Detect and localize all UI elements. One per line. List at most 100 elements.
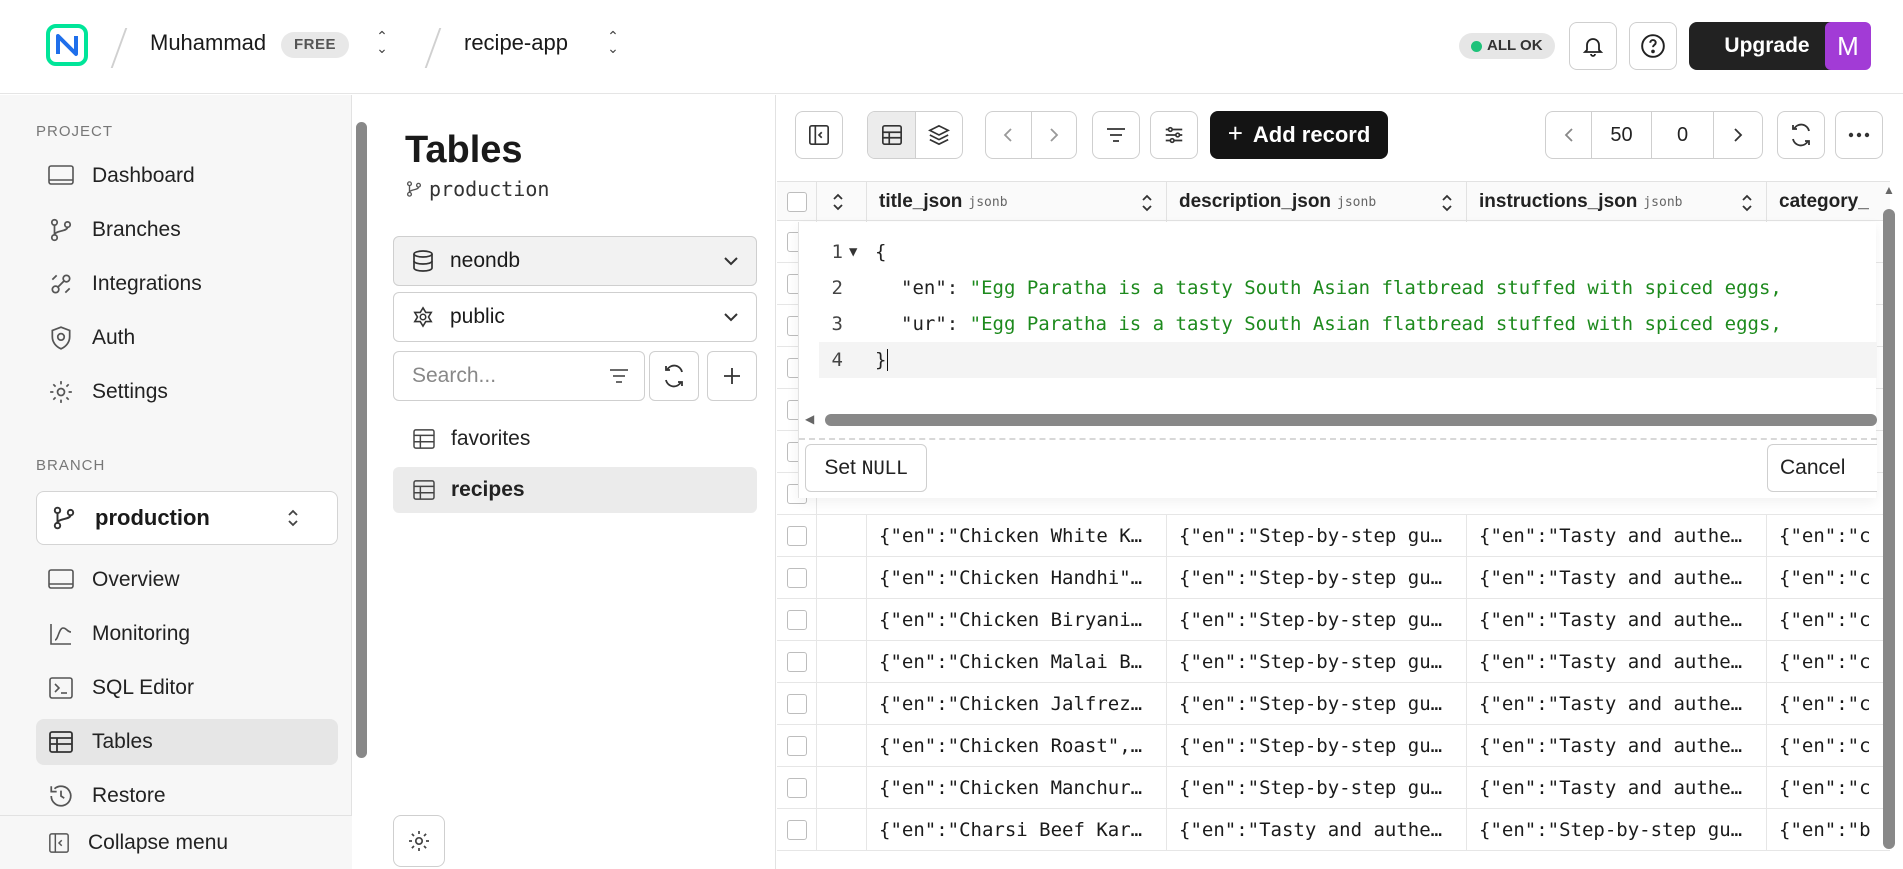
table-row[interactable]: {"en":"Chicken Malai B… {"en":"Step-by-st… <box>777 641 1890 683</box>
table-cell[interactable]: {"en":"Tasty and authe… <box>1467 515 1767 557</box>
table-cell[interactable]: {"en":"Tasty and authe… <box>1467 599 1767 641</box>
neon-logo-icon[interactable] <box>46 24 88 66</box>
project-name[interactable]: recipe-app <box>464 30 568 56</box>
table-cell[interactable]: {"en":"Chicken Roast",… <box>867 725 1167 767</box>
row-checkbox[interactable] <box>787 778 807 798</box>
column-header[interactable]: instructions_json jsonb <box>1467 182 1767 222</box>
upgrade-button[interactable]: Upgrade <box>1689 22 1845 70</box>
fold-toggle-icon[interactable]: ▼ <box>849 234 857 270</box>
row-expand-cell[interactable] <box>817 683 867 725</box>
column-header[interactable]: category_ <box>1767 182 1890 222</box>
table-cell[interactable]: {"en":"c <box>1767 599 1890 641</box>
next-record-button[interactable] <box>1032 112 1077 158</box>
row-expand-cell[interactable] <box>817 557 867 599</box>
table-cell[interactable]: {"en":"Tasty and authe… <box>1167 809 1467 851</box>
sort-icon[interactable] <box>1440 193 1454 213</box>
sidebar-item-monitoring[interactable]: Monitoring <box>36 611 338 657</box>
table-cell[interactable]: {"en":"Tasty and authe… <box>1467 557 1767 599</box>
table-cell[interactable]: {"en":"Chicken Handhi"… <box>867 557 1167 599</box>
sidebar-item-branches[interactable]: Branches <box>36 207 338 253</box>
layers-view-button[interactable] <box>916 112 962 158</box>
sidebar-item-sql-editor[interactable]: SQL Editor <box>36 665 338 711</box>
row-checkbox[interactable] <box>787 526 807 546</box>
table-row[interactable]: {"en":"Chicken Roast",… {"en":"Step-by-st… <box>777 725 1890 767</box>
table-cell[interactable]: {"en":"Chicken Jalfrez… <box>867 683 1167 725</box>
table-cell[interactable]: {"en":"Step-by-step gu… <box>1167 641 1467 683</box>
table-cell[interactable]: {"en":"c <box>1767 641 1890 683</box>
avatar[interactable]: M <box>1825 22 1871 70</box>
row-checkbox[interactable] <box>787 568 807 588</box>
grid-view-button[interactable] <box>868 112 916 158</box>
table-cell[interactable]: {"en":"c <box>1767 683 1890 725</box>
table-row[interactable]: {"en":"Charsi Beef Kar… {"en":"Tasty and … <box>777 809 1890 851</box>
table-cell[interactable]: {"en":"c <box>1767 557 1890 599</box>
table-cell[interactable]: {"en":"Chicken White K… <box>867 515 1167 557</box>
filter-icon[interactable] <box>608 366 630 386</box>
previous-record-button[interactable] <box>986 112 1032 158</box>
more-options-button[interactable] <box>1835 111 1883 159</box>
code-editor[interactable]: 1 ▼ { 2 "en": "Egg Paratha is a tasty So… <box>819 234 1877 384</box>
row-expand-cell[interactable] <box>817 515 867 557</box>
sidebar-item-integrations[interactable]: Integrations <box>36 261 338 307</box>
org-switcher-icon[interactable]: ⌃ ⌄ <box>374 29 390 58</box>
schema-select[interactable]: public <box>393 292 757 342</box>
table-cell[interactable]: {"en":"Chicken Malai B… <box>867 641 1167 683</box>
row-expand-cell[interactable] <box>817 809 867 851</box>
table-cell[interactable]: {"en":"Chicken Biryani… <box>867 599 1167 641</box>
toggle-panel-button[interactable] <box>795 111 843 159</box>
table-cell[interactable]: {"en":"Tasty and authe… <box>1467 683 1767 725</box>
sidebar-item-settings[interactable]: Settings <box>36 369 338 415</box>
table-cell[interactable]: {"en":"Step-by-step gu… <box>1167 683 1467 725</box>
sort-icon[interactable] <box>1740 193 1754 213</box>
columns-settings-button[interactable] <box>1150 111 1198 159</box>
table-cell[interactable]: {"en":"Step-by-step gu… <box>1167 515 1467 557</box>
table-cell[interactable]: {"en":"b <box>1767 809 1890 851</box>
project-switcher-icon[interactable]: ⌃ ⌄ <box>605 29 621 58</box>
row-checkbox[interactable] <box>787 652 807 672</box>
offset-field[interactable]: 0 <box>1652 112 1714 158</box>
page-size-field[interactable]: 50 <box>1592 112 1652 158</box>
row-expand-cell[interactable] <box>817 725 867 767</box>
prev-page-button[interactable] <box>1546 112 1592 158</box>
next-page-button[interactable] <box>1714 112 1762 158</box>
row-expand-cell[interactable] <box>817 767 867 809</box>
scrollbar-thumb[interactable] <box>1883 209 1895 849</box>
row-sort-cell[interactable] <box>817 182 867 222</box>
row-expand-cell[interactable] <box>817 641 867 683</box>
sort-icon[interactable] <box>1140 193 1154 213</box>
row-checkbox[interactable] <box>787 820 807 840</box>
column-header[interactable]: title_json jsonb <box>867 182 1167 222</box>
table-row[interactable]: {"en":"Chicken Handhi"… {"en":"Step-by-st… <box>777 557 1890 599</box>
tables-settings-button[interactable] <box>393 815 445 867</box>
row-checkbox[interactable] <box>787 610 807 630</box>
filter-button[interactable] <box>1092 111 1140 159</box>
sidebar-item-tables[interactable]: Tables <box>36 719 338 765</box>
row-checkbox[interactable] <box>787 694 807 714</box>
collapse-menu-button[interactable]: Collapse menu <box>0 815 352 869</box>
column-header[interactable]: description_json jsonb <box>1167 182 1467 222</box>
table-cell[interactable]: {"en":"Step-by-step gu… <box>1167 599 1467 641</box>
user-name[interactable]: Muhammad <box>150 30 266 56</box>
table-item-recipes[interactable]: recipes <box>393 467 757 513</box>
help-button[interactable] <box>1629 22 1677 70</box>
table-cell[interactable]: {"en":"c <box>1767 725 1890 767</box>
table-cell[interactable]: {"en":"Step-by-step gu… <box>1467 809 1767 851</box>
sidebar-item-dashboard[interactable]: Dashboard <box>36 153 338 199</box>
scroll-left-icon[interactable]: ◀ <box>805 412 814 426</box>
editor-horizontal-scrollbar[interactable]: ◀ <box>799 412 1877 426</box>
table-cell[interactable]: {"en":"Tasty and authe… <box>1467 767 1767 809</box>
table-item-favorites[interactable]: favorites <box>393 416 757 462</box>
sidebar-item-auth[interactable]: Auth <box>36 315 338 361</box>
table-cell[interactable]: {"en":"c <box>1767 767 1890 809</box>
table-row[interactable]: {"en":"Chicken Manchur… {"en":"Step-by-st… <box>777 767 1890 809</box>
table-cell[interactable]: {"en":"Step-by-step gu… <box>1167 557 1467 599</box>
table-cell[interactable]: {"en":"Step-by-step gu… <box>1167 725 1467 767</box>
refresh-tables-button[interactable] <box>649 351 699 401</box>
table-row[interactable]: {"en":"Chicken Jalfrez… {"en":"Step-by-st… <box>777 683 1890 725</box>
table-cell[interactable]: {"en":"Step-by-step gu… <box>1167 767 1467 809</box>
branch-selector[interactable]: production <box>36 491 338 545</box>
table-cell[interactable]: {"en":"c <box>1767 515 1890 557</box>
table-row[interactable]: {"en":"Chicken Biryani… {"en":"Step-by-st… <box>777 599 1890 641</box>
sidebar-item-restore[interactable]: Restore <box>36 773 338 819</box>
table-search-input[interactable] <box>412 364 592 388</box>
